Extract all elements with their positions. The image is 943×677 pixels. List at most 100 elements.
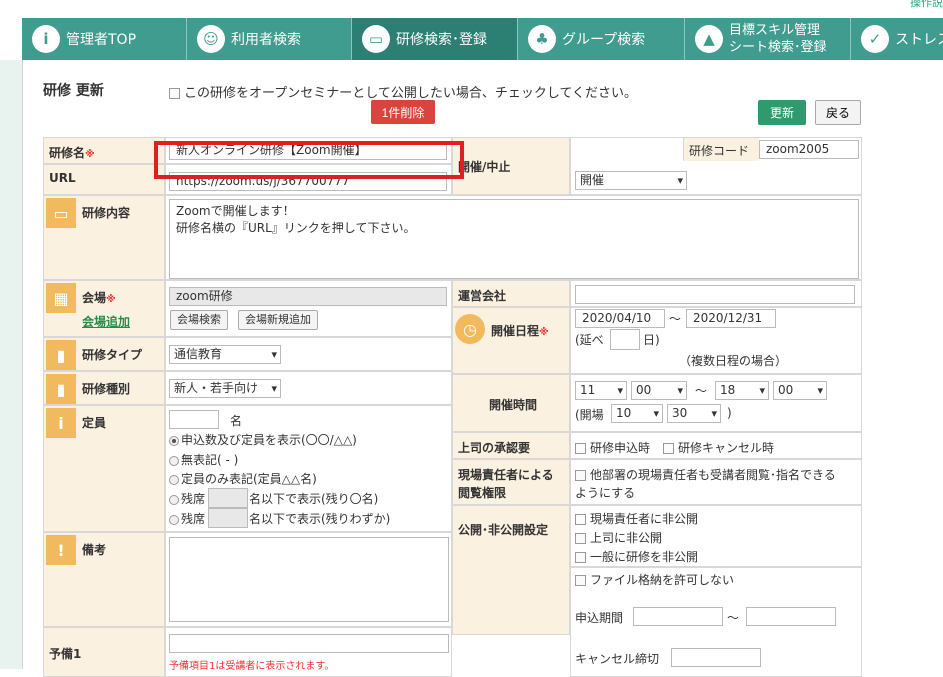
highlight-box <box>154 141 464 179</box>
checkbox[interactable] <box>575 514 586 525</box>
status-value-cell: 研修コード zoom2005 開催 <box>570 137 862 195</box>
capacity-label: 定員 <box>82 416 107 430</box>
checkbox[interactable] <box>575 470 586 481</box>
date-from-input[interactable]: 2020/04/10 <box>575 309 665 328</box>
screen-icon: ▭ <box>362 25 390 53</box>
tab-stress[interactable]: ✓ ストレス <box>851 18 943 60</box>
spare1-value-cell: 予備項目1は受講者に表示されます。 <box>165 627 452 677</box>
checkbox[interactable] <box>575 575 586 586</box>
open-seminar-option[interactable]: この研修をオープンセミナーとして公開したい場合、チェックしてください。 <box>169 82 637 101</box>
end-hour-select[interactable]: 18 <box>715 381 769 400</box>
radio[interactable] <box>169 514 179 525</box>
extend-days-input[interactable] <box>610 329 640 350</box>
door-min-select[interactable]: 30 <box>667 404 721 423</box>
kind-select[interactable]: 新人・若手向け <box>169 379 281 398</box>
remain-input-2[interactable] <box>208 508 248 528</box>
checkbox[interactable] <box>575 552 586 563</box>
capacity-option[interactable]: 残席 <box>169 490 205 507</box>
spare1-input[interactable] <box>169 634 449 653</box>
building-icon: ▦ <box>46 283 76 313</box>
venue-input[interactable]: zoom研修 <box>169 287 447 306</box>
viewer-text-line1: 他部署の現場責任者も受講者閲覧･指名できる <box>590 468 836 482</box>
content-textarea[interactable]: Zoomで開催します！ 研修名横の『URL』リンクを押して下さい。 <box>169 199 859 279</box>
public-option-label: 一般に研修を非公開 <box>590 550 699 564</box>
capacity-value-cell: 名 申込数及び定員を表示(〇〇/△△) 無表記( - ) 定員のみ表記(定員△△… <box>165 405 452 532</box>
tab-training-search[interactable]: ▭ 研修検索･登録 <box>352 18 518 60</box>
kind-value-cell: 新人・若手向け <box>165 371 452 405</box>
end-min-select[interactable]: 00 <box>773 381 827 400</box>
file-value-cell: ファイル格納を許可しない 申込期間 ～ キャンセル締切 <box>570 567 862 677</box>
door-suffix: ) <box>727 406 732 420</box>
apply-from-input[interactable] <box>633 607 723 626</box>
file-option[interactable]: ファイル格納を許可しない <box>575 571 734 588</box>
tab-user-search[interactable]: ☺ 利用者検索 <box>187 18 352 60</box>
radio[interactable] <box>169 494 179 505</box>
public-value-cell: 現場責任者に非公開 上司に非公開 一般に研修を非公開 <box>570 505 862 567</box>
delete-button[interactable]: 1件削除 <box>371 100 435 124</box>
capacity-option[interactable]: 定員のみ表記(定員△△名) <box>169 470 317 487</box>
page-title: 研修 更新 <box>43 83 104 99</box>
open-seminar-label: この研修をオープンセミナーとして公開したい場合、チェックしてください。 <box>184 86 638 101</box>
public-option[interactable]: 一般に研修を非公開 <box>575 548 698 565</box>
approval-value-cell: 研修申込時 研修キャンセル時 <box>570 432 862 459</box>
door-prefix: (開場 <box>575 408 604 422</box>
viewer-option[interactable]: 他部署の現場責任者も受講者閲覧･指名できる ようにする <box>575 466 836 502</box>
radio[interactable] <box>169 474 179 485</box>
type-select[interactable]: 通信教育 <box>169 345 281 364</box>
content-line: Zoomで開催します！ <box>176 204 295 218</box>
tab-skill-sheet[interactable]: ▲ 目標スキル管理 シート検索･登録 <box>685 18 851 60</box>
back-button[interactable]: 戻る <box>815 100 861 125</box>
start-hour-select[interactable]: 11 <box>575 381 627 400</box>
remain-prefix: 残席 <box>181 512 206 526</box>
content-value-cell: Zoomで開催します！ 研修名横の『URL』リンクを押して下さい。 <box>165 195 862 280</box>
apply-to-input[interactable] <box>746 607 836 626</box>
approval-option-label: 研修申込時 <box>590 441 651 455</box>
approval-option[interactable]: 研修申込時 <box>575 439 650 456</box>
approval-option[interactable]: 研修キャンセル時 <box>663 439 774 456</box>
public-option[interactable]: 上司に非公開 <box>575 529 662 546</box>
code-input[interactable]: zoom2005 <box>759 140 859 159</box>
help-link[interactable]: 操作説 <box>910 0 943 10</box>
radio[interactable] <box>169 455 179 466</box>
remarks-textarea[interactable] <box>169 537 449 622</box>
venue-search-button[interactable]: 会場検索 <box>170 310 228 330</box>
capacity-option[interactable]: 残席 <box>169 510 205 527</box>
spare1-label-cell: 予備1 <box>43 627 165 677</box>
radio[interactable] <box>169 435 179 446</box>
approval-option-label: 研修キャンセル時 <box>678 441 775 455</box>
update-button[interactable]: 更新 <box>758 100 806 125</box>
training-form: 研修名※ 新人オンライン研修【Zoom開催】 URL https://zoom.… <box>43 137 862 677</box>
venue-add-link[interactable]: 会場追加 <box>82 313 130 330</box>
cancel-deadline-input[interactable] <box>671 648 761 667</box>
venue-value-cell: zoom研修 会場検索 会場新規追加 <box>165 280 452 337</box>
start-min-select[interactable]: 00 <box>631 381 687 400</box>
content-label: 研修内容 <box>82 206 131 220</box>
remain-suffix: 名以下で表示(残りわずか) <box>249 512 391 526</box>
date-to-input[interactable]: 2020/12/31 <box>686 309 776 328</box>
extend-prefix: (延べ <box>575 333 604 347</box>
tilde: ～ <box>669 312 682 326</box>
tab-admin-top[interactable]: i 管理者TOP <box>22 18 187 60</box>
tab-label-line2: シート検索･登録 <box>729 40 827 55</box>
operator-input[interactable] <box>575 285 855 304</box>
checkbox[interactable] <box>575 443 586 454</box>
url-label-cell: URL <box>43 164 165 195</box>
name-label: 研修名 <box>49 146 86 160</box>
checkbox[interactable] <box>663 443 674 454</box>
venue-new-button[interactable]: 会場新規追加 <box>238 310 318 330</box>
open-seminar-checkbox[interactable] <box>169 88 180 99</box>
capacity-option[interactable]: 申込数及び定員を表示(〇〇/△△) <box>169 431 357 448</box>
tab-group-search[interactable]: ♣ グループ検索 <box>518 18 685 60</box>
url-label: URL <box>49 171 76 185</box>
capacity-input[interactable] <box>169 410 219 429</box>
door-hour-select[interactable]: 10 <box>611 404 663 423</box>
venue-label: 会場 <box>82 291 107 305</box>
remain-input-1[interactable] <box>208 488 248 508</box>
capacity-option[interactable]: 無表記( - ) <box>169 451 238 468</box>
checkbox[interactable] <box>575 533 586 544</box>
status-select[interactable]: 開催 <box>575 171 687 190</box>
public-option-label: 現場責任者に非公開 <box>590 512 699 526</box>
tab-label: 研修検索･登録 <box>396 32 487 48</box>
type-label-cell: ▮ 研修タイプ <box>43 337 165 371</box>
public-option[interactable]: 現場責任者に非公開 <box>575 510 698 527</box>
